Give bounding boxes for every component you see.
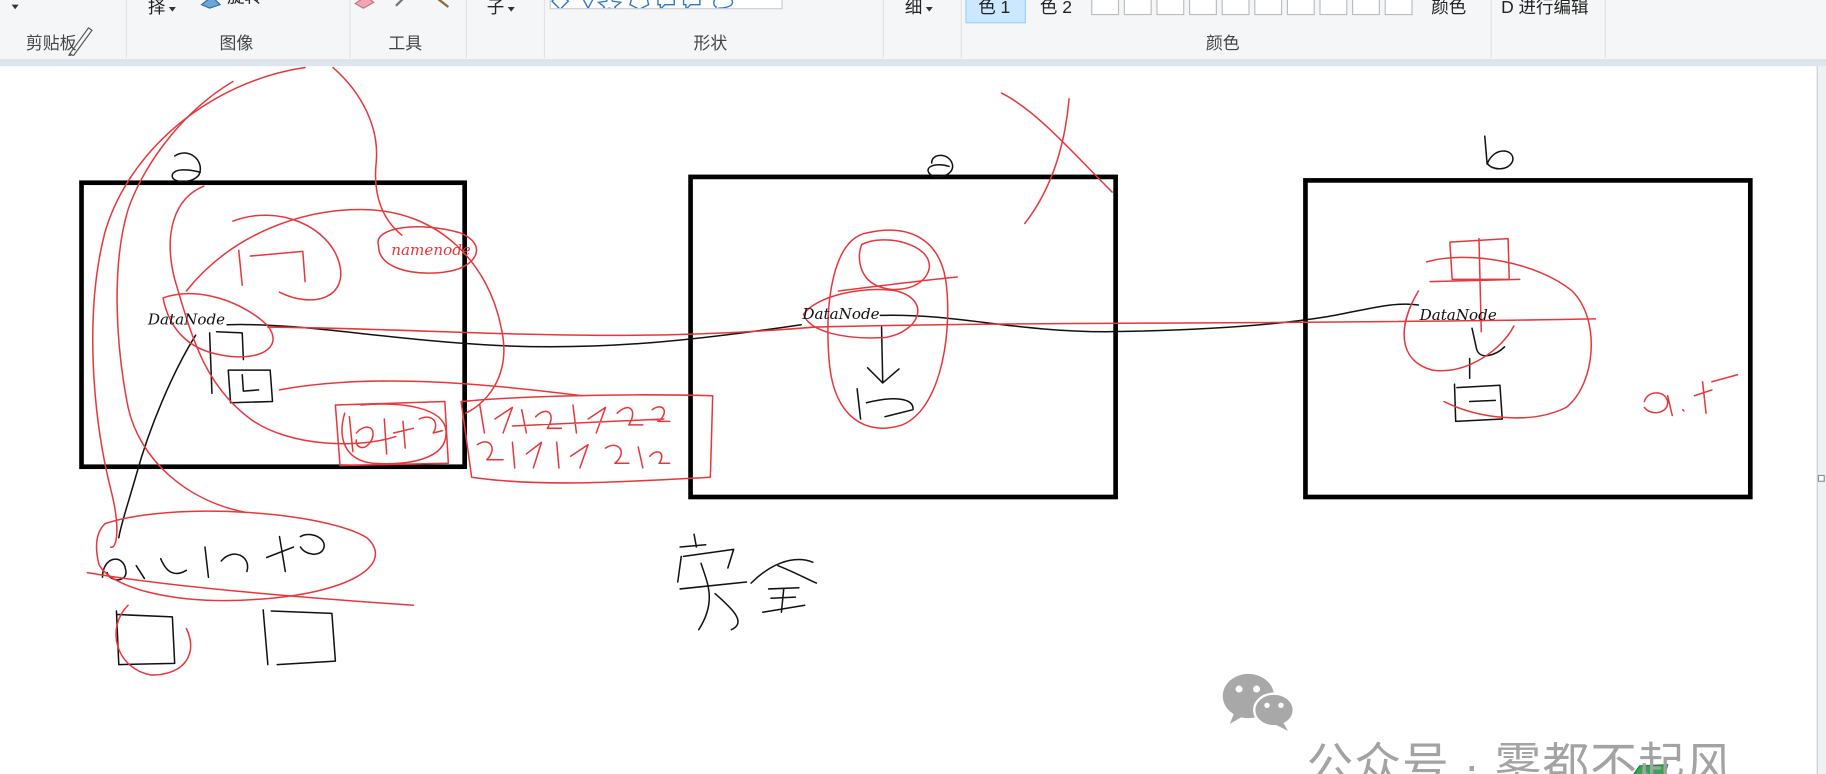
diamond-shape-icon — [551, 0, 570, 9]
red-box-large — [460, 394, 714, 484]
red-loop — [232, 214, 342, 301]
red-scribble — [479, 404, 671, 434]
palette-swatch[interactable] — [1352, 0, 1380, 16]
group-divider — [882, 0, 884, 59]
select-dropdown-icon[interactable] — [168, 6, 176, 12]
edit-with-paint3d-button[interactable]: D 进行编辑 — [1501, 0, 1588, 17]
bottom-scribble — [101, 533, 325, 581]
group-divider — [960, 0, 962, 59]
red-glyph — [237, 249, 306, 286]
magnifier-icon — [437, 0, 450, 8]
handwriting-quan — [750, 558, 818, 613]
red-x-mark — [1000, 92, 1113, 225]
select-button[interactable]: 择 — [148, 0, 165, 17]
red-ellipse — [341, 403, 447, 465]
red-scribble — [348, 415, 444, 455]
watermark-text: 公众号 · 雾都不起风 — [1306, 740, 1734, 774]
group-divider — [349, 0, 351, 59]
group-label-shapes: 形状 — [693, 34, 728, 54]
block-glyph-3 — [856, 387, 914, 420]
drawing-canvas[interactable]: DataNode DataNode DataNode namenode 公众号 … — [0, 66, 1818, 774]
group-label-tools: 工具 — [388, 34, 423, 54]
canvas-drawing[interactable]: DataNode DataNode DataNode namenode — [0, 66, 1817, 774]
datanode-box-3 — [1303, 178, 1753, 500]
palette-swatch[interactable] — [1221, 0, 1250, 16]
ribbon: 择 旋转 子 细 色 1 — [0, 0, 1826, 61]
top-mark-2 — [927, 154, 954, 178]
red-circle — [1403, 290, 1515, 372]
canvas-workspace: DataNode DataNode DataNode namenode 公众号 … — [0, 66, 1826, 774]
wechat-icon — [1222, 673, 1295, 731]
palette-swatch[interactable] — [1188, 0, 1217, 16]
callout-oval-icon — [682, 0, 701, 9]
pentagon-star-icon — [629, 0, 650, 9]
tools-icons — [354, 0, 450, 9]
group-label-clipboard: 剪贴板 — [25, 34, 77, 54]
datanode-label-3: DataNode — [1419, 306, 1497, 324]
red-loop — [92, 66, 306, 548]
red-scribble — [476, 441, 671, 469]
datanode-box-2 — [688, 174, 1118, 500]
palette-swatch[interactable] — [1286, 0, 1315, 16]
group-label-colors: 颜色 — [1205, 34, 1240, 54]
edit-colors-button[interactable]: 颜色 — [1431, 0, 1466, 17]
cloud-callout-icon — [713, 0, 734, 9]
palette-swatch[interactable] — [1254, 0, 1283, 16]
datanode-label-2: DataNode — [801, 305, 879, 323]
color-picker-icon — [395, 0, 404, 7]
group-divider — [543, 0, 546, 59]
bottom-glyphs — [115, 609, 337, 666]
size-button[interactable]: 细 — [905, 0, 922, 17]
star-shape-icon — [596, 0, 623, 9]
down-arrow-3 — [1468, 327, 1506, 380]
red-line — [278, 380, 584, 397]
red-loop — [116, 80, 246, 513]
red-ellipse — [95, 510, 377, 602]
palette-swatch[interactable] — [1156, 0, 1185, 16]
group-label-image: 图像 — [219, 34, 254, 54]
group-divider — [125, 0, 127, 59]
diagonal-stroke — [118, 334, 197, 539]
shapes-gallery[interactable] — [549, 0, 783, 10]
arrow-shape-icon — [582, 0, 594, 9]
palette-swatch[interactable] — [1091, 0, 1120, 16]
block-glyph-1 — [208, 330, 245, 395]
namenode-label: namenode — [391, 241, 471, 259]
shapes-gallery-icons[interactable] — [551, 0, 783, 9]
brushes-button[interactable]: 子 — [487, 0, 504, 17]
palette-swatch[interactable] — [1319, 0, 1348, 16]
red-scribble — [1643, 374, 1739, 417]
top-mark-3 — [1484, 135, 1514, 170]
group-divider — [465, 0, 467, 59]
red-ellipse — [837, 239, 959, 292]
paint-window: 择 旋转 子 细 色 1 — [0, 0, 1826, 774]
group-divider — [1490, 0, 1492, 59]
block-glyph-2 — [227, 369, 274, 404]
callout-shape-icon — [657, 0, 675, 9]
block-glyph-4 — [1453, 383, 1504, 423]
group-divider — [1604, 0, 1606, 59]
size-dropdown-icon[interactable] — [925, 6, 933, 12]
rotate-icon[interactable] — [198, 0, 224, 9]
paste-dropdown-icon[interactable] — [11, 4, 19, 10]
eraser-icon — [354, 0, 375, 9]
color1-label[interactable]: 色 1 — [978, 0, 1010, 17]
palette-swatch[interactable] — [1123, 0, 1152, 16]
rotate-button[interactable]: 旋转 — [227, 0, 262, 7]
top-mark-1 — [171, 152, 202, 183]
palette-swatch[interactable] — [1384, 0, 1413, 16]
brushes-dropdown-icon[interactable] — [507, 6, 515, 12]
pipeline-line — [879, 303, 1420, 333]
color2-button[interactable]: 色 2 — [1040, 0, 1072, 17]
black-ink-layer — [101, 135, 1514, 666]
handwriting-an — [677, 533, 748, 631]
canvas-resize-handle[interactable] — [1817, 474, 1825, 482]
datanode-label-1: DataNode — [147, 311, 225, 329]
